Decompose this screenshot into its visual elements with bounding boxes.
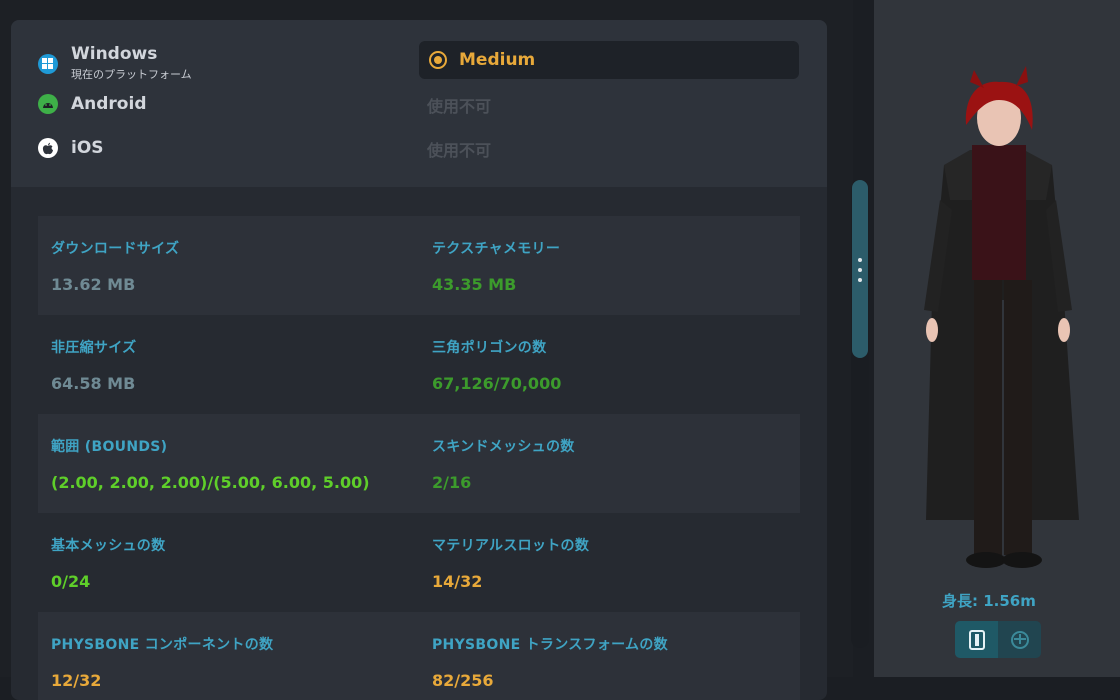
fullbody-icon — [968, 629, 985, 650]
platform-ios[interactable]: iOS — [38, 138, 104, 158]
stat-value: 2/16 — [432, 473, 472, 492]
platform-name: iOS — [71, 138, 104, 158]
stat-value: (2.00, 2.00, 2.00)/(5.00, 6.00, 5.00) — [51, 473, 370, 492]
stat-value: 14/32 — [432, 572, 483, 591]
stat-label: 非圧縮サイズ — [51, 340, 137, 356]
drag-handle-icon[interactable] — [857, 258, 863, 282]
radio-selected-icon — [429, 51, 447, 69]
platform-windows[interactable]: Windows 現在のプラットフォーム — [38, 45, 192, 82]
stat-row: 範囲 (BOUNDS) (2.00, 2.00, 2.00)/(5.00, 6.… — [38, 414, 800, 513]
avatar-height-label: 身長: 1.56m — [942, 592, 1036, 610]
quality-label: Medium — [459, 50, 536, 70]
quality-label: 使用不可 — [427, 141, 492, 160]
quality-label: 使用不可 — [427, 97, 492, 116]
stat-value: 13.62 MB — [51, 275, 136, 294]
platform-subtitle: 現在のプラットフォーム — [71, 68, 192, 81]
windows-icon — [38, 53, 58, 74]
stat-value: 43.35 MB — [432, 275, 517, 294]
platform-name: Android — [71, 94, 147, 114]
quality-option-unavailable: 使用不可 — [419, 86, 799, 124]
stat-label: ダウンロードサイズ — [51, 241, 180, 257]
quality-option-unavailable: 使用不可 — [419, 130, 799, 168]
stat-label: テクスチャメモリー — [432, 241, 561, 257]
stat-label: 範囲 (BOUNDS) — [51, 439, 168, 455]
stat-skinned-meshes: スキンドメッシュの数 2/16 — [432, 436, 575, 492]
stat-triangles: 三角ポリゴンの数 67,126/70,000 — [432, 337, 561, 393]
stat-basic-meshes: 基本メッシュの数 0/24 — [51, 535, 165, 591]
fullbody-view-button[interactable] — [955, 621, 998, 658]
avatar-stats-panel: Windows 現在のプラットフォーム Android iOS Medium 使… — [11, 20, 827, 700]
stat-material-slots: マテリアルスロットの数 14/32 — [432, 535, 589, 591]
stat-physbone-components: PHYSBONE コンポーネントの数 12/32 — [51, 634, 273, 690]
stat-physbone-transforms: PHYSBONE トランスフォームの数 82/256 — [432, 634, 668, 690]
stat-bounds: 範囲 (BOUNDS) (2.00, 2.00, 2.00)/(5.00, 6.… — [51, 436, 370, 492]
face-view-button[interactable] — [998, 621, 1041, 658]
stat-value: 64.58 MB — [51, 374, 136, 393]
view-mode-toggle — [955, 621, 1041, 658]
stat-row: 非圧縮サイズ 64.58 MB 三角ポリゴンの数 67,126/70,000 — [38, 315, 800, 414]
stat-label: PHYSBONE トランスフォームの数 — [432, 637, 668, 653]
stat-value: 82/256 — [432, 671, 494, 690]
stat-download-size: ダウンロードサイズ 13.62 MB — [51, 238, 179, 294]
android-icon — [38, 94, 58, 114]
stat-row: 基本メッシュの数 0/24 マテリアルスロットの数 14/32 — [38, 513, 800, 612]
platform-selector: Windows 現在のプラットフォーム Android iOS Medium 使… — [11, 20, 827, 187]
stat-row: ダウンロードサイズ 13.62 MB テクスチャメモリー 43.35 MB — [38, 216, 800, 315]
face-icon — [1010, 630, 1029, 649]
platform-name: Windows — [71, 44, 158, 64]
stat-label: PHYSBONE コンポーネントの数 — [51, 637, 274, 653]
stat-value: 67,126/70,000 — [432, 374, 562, 393]
avatar-preview[interactable] — [874, 0, 1120, 677]
apple-icon — [38, 138, 58, 158]
stat-value: 0/24 — [51, 572, 91, 591]
stat-label: 基本メッシュの数 — [51, 538, 166, 554]
stat-label: スキンドメッシュの数 — [432, 439, 575, 455]
stat-label: 三角ポリゴンの数 — [432, 340, 547, 356]
stat-texture-memory: テクスチャメモリー 43.35 MB — [432, 238, 560, 294]
avatar-model-image — [924, 66, 1079, 568]
stat-label: マテリアルスロットの数 — [432, 538, 590, 554]
quality-option-medium[interactable]: Medium — [419, 41, 799, 79]
stat-uncompressed-size: 非圧縮サイズ 64.58 MB — [51, 337, 136, 393]
platform-android[interactable]: Android — [38, 94, 147, 114]
stat-row: PHYSBONE コンポーネントの数 12/32 PHYSBONE トランスフォ… — [38, 612, 800, 700]
stat-value: 12/32 — [51, 671, 102, 690]
